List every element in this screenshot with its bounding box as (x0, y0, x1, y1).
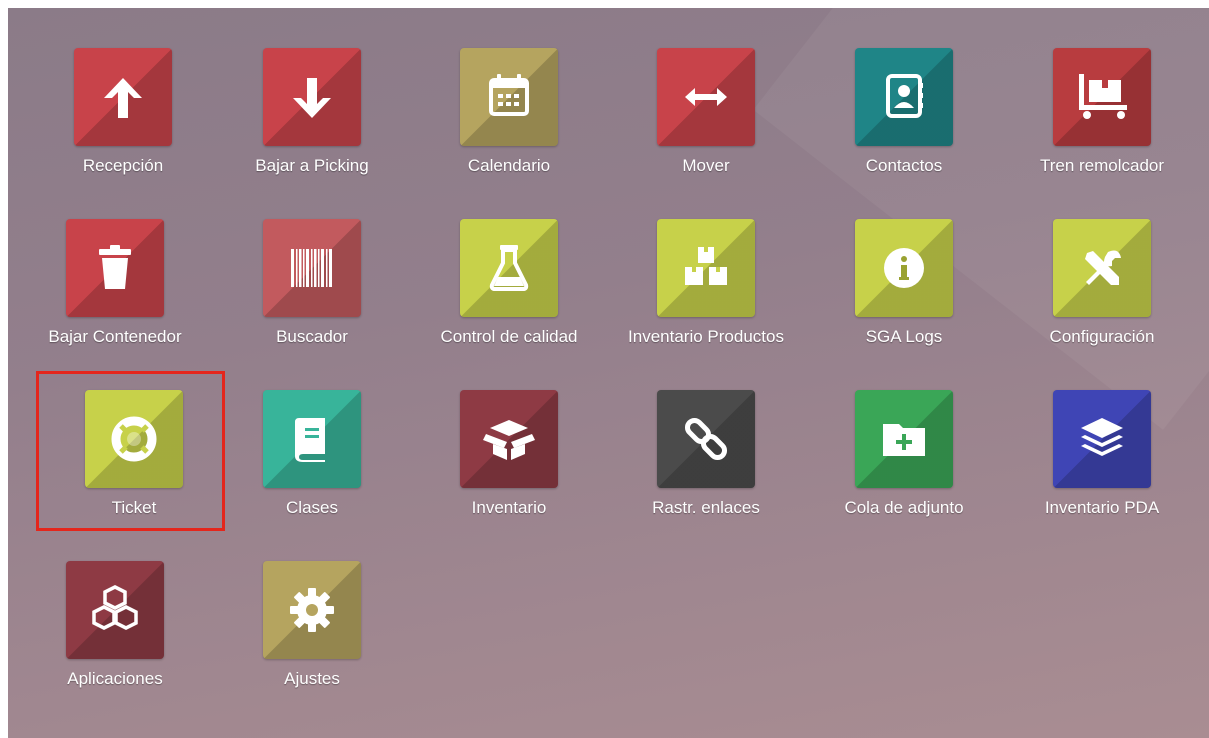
gear-icon (290, 588, 334, 632)
app-bajar-a-picking[interactable]: Bajar a Picking (214, 45, 410, 195)
app-label: Tren remolcador (1039, 156, 1165, 175)
app-contactos[interactable]: Contactos (806, 45, 1002, 195)
app-label: Contactos (865, 156, 943, 175)
app-icon-tile (460, 390, 558, 488)
app-icon-tile (263, 390, 361, 488)
app-sga-logs[interactable]: SGA Logs (806, 216, 1002, 366)
app-mover[interactable]: Mover (608, 45, 804, 195)
app-icon-tile (263, 561, 361, 659)
app-label: Inventario PDA (1044, 498, 1160, 517)
app-label: Buscador (276, 327, 348, 346)
arrow-down-icon (293, 78, 331, 118)
app-label: Configuración (1049, 327, 1155, 346)
boxes-icon (685, 247, 727, 285)
app-icon-tile (85, 390, 183, 488)
app-inventario[interactable]: Inventario (411, 387, 607, 537)
app-icon-tile (460, 219, 558, 317)
app-icon-tile (263, 219, 361, 317)
app-aplicaciones[interactable]: Aplicaciones (17, 558, 213, 708)
app-buscador[interactable]: Buscador (214, 216, 410, 366)
app-ajustes[interactable]: Ajustes (214, 558, 410, 708)
app-cola-de-adjunto[interactable]: Cola de adjunto (806, 387, 1002, 537)
life-ring-icon (111, 416, 157, 462)
app-clases[interactable]: Clases (214, 387, 410, 537)
app-label: Aplicaciones (67, 669, 163, 688)
app-label: Inventario Productos (628, 327, 784, 346)
app-icon-tile (855, 390, 953, 488)
address-book-icon (886, 74, 923, 118)
app-icon-tile (66, 561, 164, 659)
app-icon-tile (1053, 48, 1151, 146)
app-recepcion[interactable]: Recepción (25, 45, 221, 195)
app-label: Rastr. enlaces (652, 498, 760, 517)
app-calendario[interactable]: Calendario (411, 45, 607, 195)
cubes-icon (92, 585, 138, 630)
app-label: Calendario (467, 156, 551, 175)
arrows-horizontal-icon (685, 88, 727, 106)
app-label: Cola de adjunto (844, 498, 964, 517)
app-icon-tile (657, 48, 755, 146)
barcode-icon (291, 249, 332, 287)
pallet-truck-icon (1079, 74, 1127, 119)
app-icon-tile (855, 48, 953, 146)
app-icon-tile (657, 390, 755, 488)
app-icon-tile (1053, 219, 1151, 317)
app-icon-tile (855, 219, 953, 317)
calendar-icon (489, 74, 529, 116)
open-box-icon (483, 420, 535, 460)
app-icon-tile (66, 219, 164, 317)
app-label: Bajar a Picking (255, 156, 369, 175)
app-label: Bajar Contenedor (48, 327, 182, 346)
link-icon (684, 417, 728, 461)
app-inventario-pda[interactable]: Inventario PDA (1004, 387, 1200, 537)
app-rastr-enlaces[interactable]: Rastr. enlaces (608, 387, 804, 537)
trash-icon (99, 245, 131, 289)
app-label: Inventario (471, 498, 547, 517)
folder-plus-icon (883, 424, 925, 456)
app-control-de-calidad[interactable]: Control de calidad (411, 216, 607, 366)
app-label: Control de calidad (440, 327, 578, 346)
app-inventario-productos[interactable]: Inventario Productos (608, 216, 804, 366)
tools-icon (1085, 250, 1121, 285)
app-icon-tile (74, 48, 172, 146)
info-icon (884, 248, 924, 288)
arrow-up-icon (104, 78, 142, 118)
app-label: Ajustes (284, 669, 340, 688)
app-ticket[interactable]: Ticket (36, 387, 232, 537)
app-configuracion[interactable]: Configuración (1004, 216, 1200, 366)
app-label: Mover (682, 156, 730, 175)
book-icon (295, 418, 325, 462)
layers-icon (1081, 418, 1123, 456)
app-label: Clases (286, 498, 338, 517)
app-icon-tile (460, 48, 558, 146)
app-icon-tile (1053, 390, 1151, 488)
app-label: Ticket (111, 498, 157, 517)
app-icon-tile (263, 48, 361, 146)
app-launcher-background: Recepción Bajar a Picking Calendario Mov… (8, 8, 1209, 738)
app-bajar-contenedor[interactable]: Bajar Contenedor (17, 216, 213, 366)
app-tren-remolcador[interactable]: Tren remolcador (1004, 45, 1200, 195)
flask-icon (489, 245, 529, 291)
app-label: SGA Logs (865, 327, 943, 346)
app-icon-tile (657, 219, 755, 317)
app-label: Recepción (82, 156, 164, 175)
